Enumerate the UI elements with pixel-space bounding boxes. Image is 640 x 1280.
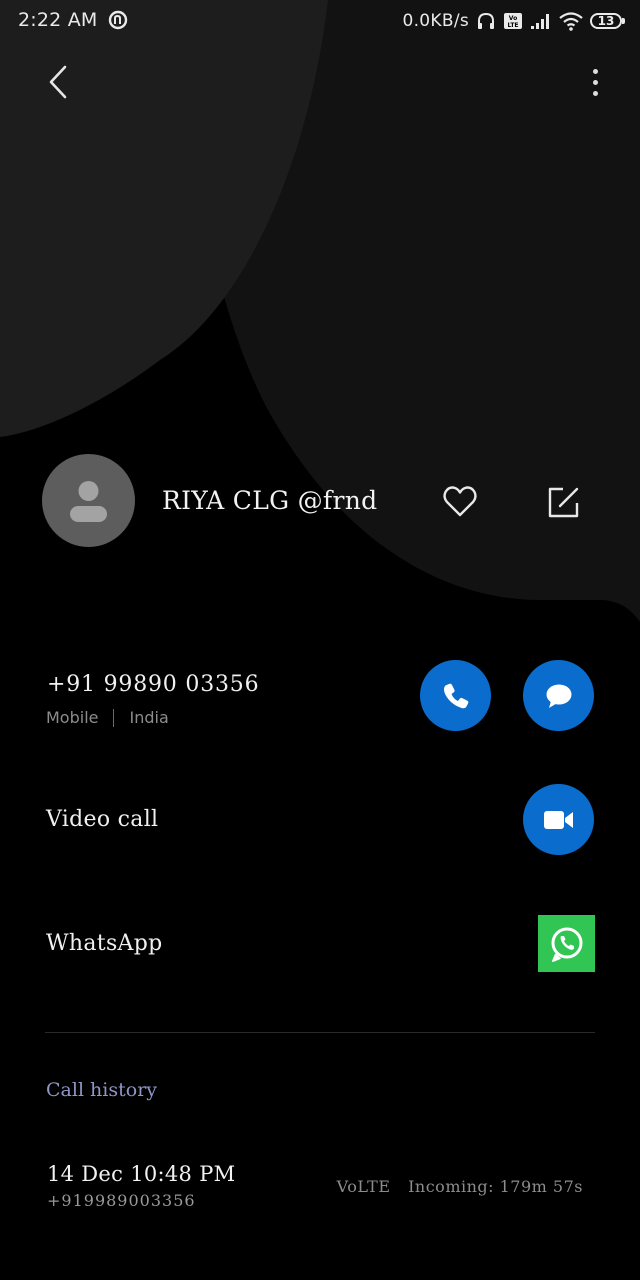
network-speed: 0.0KB/s	[402, 11, 469, 31]
call-button[interactable]	[420, 660, 491, 731]
phone-meta: Mobile India	[46, 708, 169, 727]
wifi-icon	[559, 12, 583, 31]
more-vert-icon	[592, 68, 598, 74]
back-chevron-icon	[49, 65, 67, 99]
person-avatar-icon	[70, 481, 107, 522]
meta-separator	[113, 708, 115, 727]
video-camera-icon	[543, 810, 573, 829]
call-history-item[interactable]: 14 Dec 10:48 PM +919989003356 VoLTE Inco…	[0, 1160, 640, 1220]
phone-type: Mobile	[46, 708, 99, 727]
headphones-icon	[478, 12, 494, 29]
call-type-duration: Incoming: 179m 57s	[408, 1177, 583, 1196]
phone-row: +91 99890 03356 Mobile India	[0, 660, 640, 752]
video-call-row[interactable]: Video call	[0, 784, 640, 857]
call-number: +919989003356	[47, 1191, 196, 1210]
more-options-button[interactable]	[588, 56, 602, 108]
message-icon	[546, 684, 571, 708]
phone-icon	[443, 683, 468, 708]
whatsapp-icon	[551, 927, 582, 962]
status-time: 2:22 AM	[18, 9, 98, 31]
call-history-title: Call history	[46, 1079, 158, 1101]
whatsapp-button[interactable]	[538, 915, 595, 972]
message-button[interactable]	[523, 660, 594, 731]
battery-level: 13	[597, 14, 615, 28]
edit-contact-button[interactable]	[543, 482, 583, 522]
call-detail: VoLTE Incoming: 179m 57s	[337, 1177, 583, 1196]
phone-number[interactable]: +91 99890 03356	[47, 672, 259, 697]
avatar[interactable]	[42, 454, 135, 547]
phone-location: India	[129, 708, 169, 727]
favorite-button[interactable]	[440, 482, 480, 522]
video-call-label: Video call	[46, 807, 159, 832]
sync-icon	[108, 10, 128, 30]
status-bar: 2:22 AM 0.0KB/s Vo LTE 13	[0, 0, 640, 42]
svg-text:Vo: Vo	[509, 15, 517, 22]
edit-icon	[548, 487, 579, 518]
divider	[45, 1032, 595, 1033]
svg-text:LTE: LTE	[507, 22, 518, 29]
contact-name: RIYA CLG @frnd	[162, 486, 378, 515]
signal-icon	[531, 14, 549, 29]
call-datetime: 14 Dec 10:48 PM	[47, 1162, 236, 1186]
volte-icon: Vo LTE	[504, 13, 522, 29]
heart-outline-icon	[443, 486, 477, 517]
video-call-button[interactable]	[523, 784, 594, 855]
battery-icon: 13	[590, 13, 625, 29]
call-network: VoLTE	[336, 1177, 391, 1196]
whatsapp-label: WhatsApp	[46, 931, 163, 956]
back-button[interactable]	[36, 56, 80, 108]
top-action-bar	[0, 50, 640, 114]
whatsapp-row[interactable]: WhatsApp	[0, 915, 640, 975]
contact-header: RIYA CLG @frnd	[0, 452, 640, 552]
status-indicators: 0.0KB/s Vo LTE 13	[402, 8, 625, 34]
